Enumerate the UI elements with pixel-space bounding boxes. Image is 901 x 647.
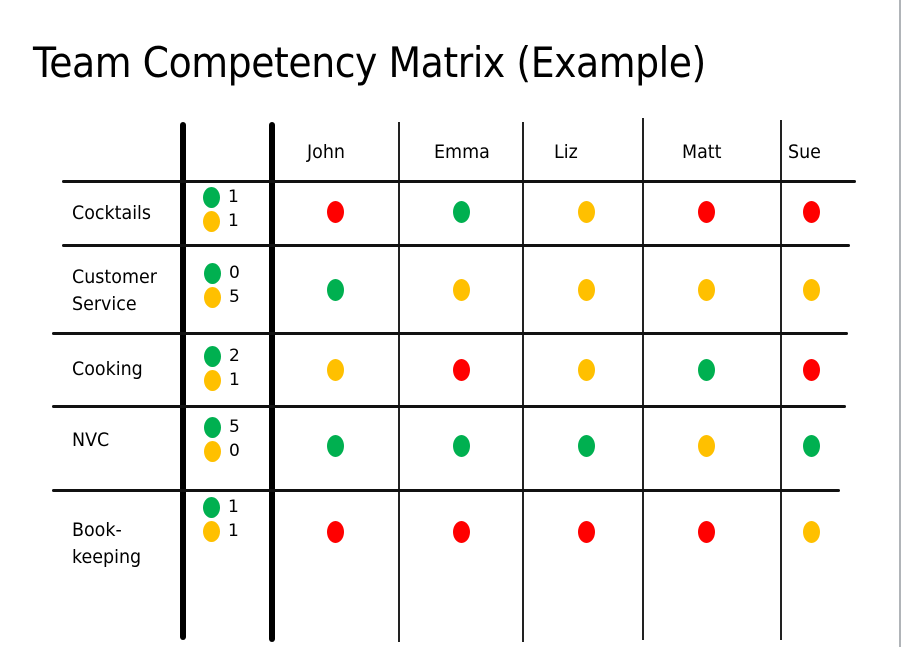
rating-dot-green	[698, 359, 715, 381]
green-dot-icon	[203, 496, 220, 518]
row-divider-2	[62, 244, 850, 247]
row-divider-3	[52, 332, 848, 335]
yellow-dot-icon	[204, 440, 221, 462]
row-divider-5	[52, 489, 840, 492]
summary-count-value: 1	[229, 370, 240, 390]
green-dot-icon	[203, 186, 220, 208]
page-title: Team Competency Matrix (Example)	[33, 38, 706, 87]
rating-dot-red	[803, 201, 820, 223]
skill-label-line: Service	[72, 293, 137, 315]
rating-dot-yellow	[453, 279, 470, 301]
skill-label-line: Cooking	[72, 358, 143, 380]
rating-dot-green	[453, 435, 470, 457]
summary-count-value: 5	[229, 417, 240, 437]
summary-yellow-count: 1	[204, 369, 240, 391]
summary-count-value: 1	[228, 211, 239, 231]
skill-label-cooking: Cooking	[72, 356, 143, 383]
column-header-matt: Matt	[682, 141, 722, 163]
rating-dot-yellow	[578, 359, 595, 381]
yellow-dot-icon	[203, 520, 220, 542]
yellow-dot-icon	[203, 210, 220, 232]
summary-count-value: 1	[228, 497, 239, 517]
summary-green-count: 0	[204, 262, 240, 284]
green-dot-icon	[204, 262, 221, 284]
column-header-emma: Emma	[434, 141, 490, 163]
yellow-dot-icon	[204, 286, 221, 308]
column-header-john: John	[307, 141, 346, 163]
divider-thin-2	[522, 122, 524, 642]
summary-count-value: 1	[228, 521, 239, 541]
skill-label-nvc: NVC	[72, 427, 109, 454]
divider-thin-1	[398, 122, 400, 642]
row-divider-1	[62, 180, 856, 183]
divider-thin-3	[642, 118, 644, 640]
summary-count-value: 2	[229, 346, 240, 366]
summary-green-count: 2	[204, 345, 240, 367]
rating-dot-green	[327, 279, 344, 301]
rating-dot-yellow	[578, 201, 595, 223]
rating-dot-green	[803, 435, 820, 457]
green-dot-icon	[204, 416, 221, 438]
column-header-sue: Sue	[788, 141, 821, 163]
row-divider-4	[52, 405, 846, 408]
rating-dot-red	[578, 521, 595, 543]
rating-dot-yellow	[327, 359, 344, 381]
summary-count-value: 0	[229, 441, 240, 461]
rating-dot-red	[453, 521, 470, 543]
divider-thin-4	[780, 120, 782, 640]
rating-dot-red	[698, 201, 715, 223]
skill-label-line: NVC	[72, 429, 110, 451]
rating-dot-red	[327, 521, 344, 543]
rating-dot-red	[803, 359, 820, 381]
rating-dot-yellow	[578, 279, 595, 301]
rating-dot-green	[453, 201, 470, 223]
skill-label-bookkeeping: Book- keeping	[72, 517, 141, 571]
rating-dot-yellow	[698, 279, 715, 301]
skill-label-customer-service: Customer Service	[72, 264, 157, 318]
rating-dot-red	[453, 359, 470, 381]
divider-thick-2	[269, 122, 275, 642]
skill-label-line: Book-	[72, 519, 122, 541]
divider-thick-1	[180, 122, 186, 640]
rating-dot-green	[578, 435, 595, 457]
summary-count-value: 5	[229, 287, 240, 307]
rating-dot-yellow	[803, 279, 820, 301]
skill-label-line: Customer	[72, 266, 157, 288]
green-dot-icon	[204, 345, 221, 367]
rating-dot-red	[327, 201, 344, 223]
summary-yellow-count: 1	[203, 210, 239, 232]
summary-green-count: 1	[203, 186, 239, 208]
summary-green-count: 5	[204, 416, 240, 438]
summary-yellow-count: 1	[203, 520, 239, 542]
skill-label-line: Cocktails	[72, 202, 152, 224]
rating-dot-green	[327, 435, 344, 457]
summary-count-value: 1	[228, 187, 239, 207]
summary-green-count: 1	[203, 496, 239, 518]
yellow-dot-icon	[204, 369, 221, 391]
column-header-liz: Liz	[554, 141, 578, 163]
skill-label-line: keeping	[72, 546, 142, 568]
summary-count-value: 0	[229, 263, 240, 283]
rating-dot-yellow	[698, 435, 715, 457]
rating-dot-yellow	[803, 521, 820, 543]
skill-label-cocktails: Cocktails	[72, 200, 151, 227]
summary-yellow-count: 5	[204, 286, 240, 308]
rating-dot-red	[698, 521, 715, 543]
summary-yellow-count: 0	[204, 440, 240, 462]
